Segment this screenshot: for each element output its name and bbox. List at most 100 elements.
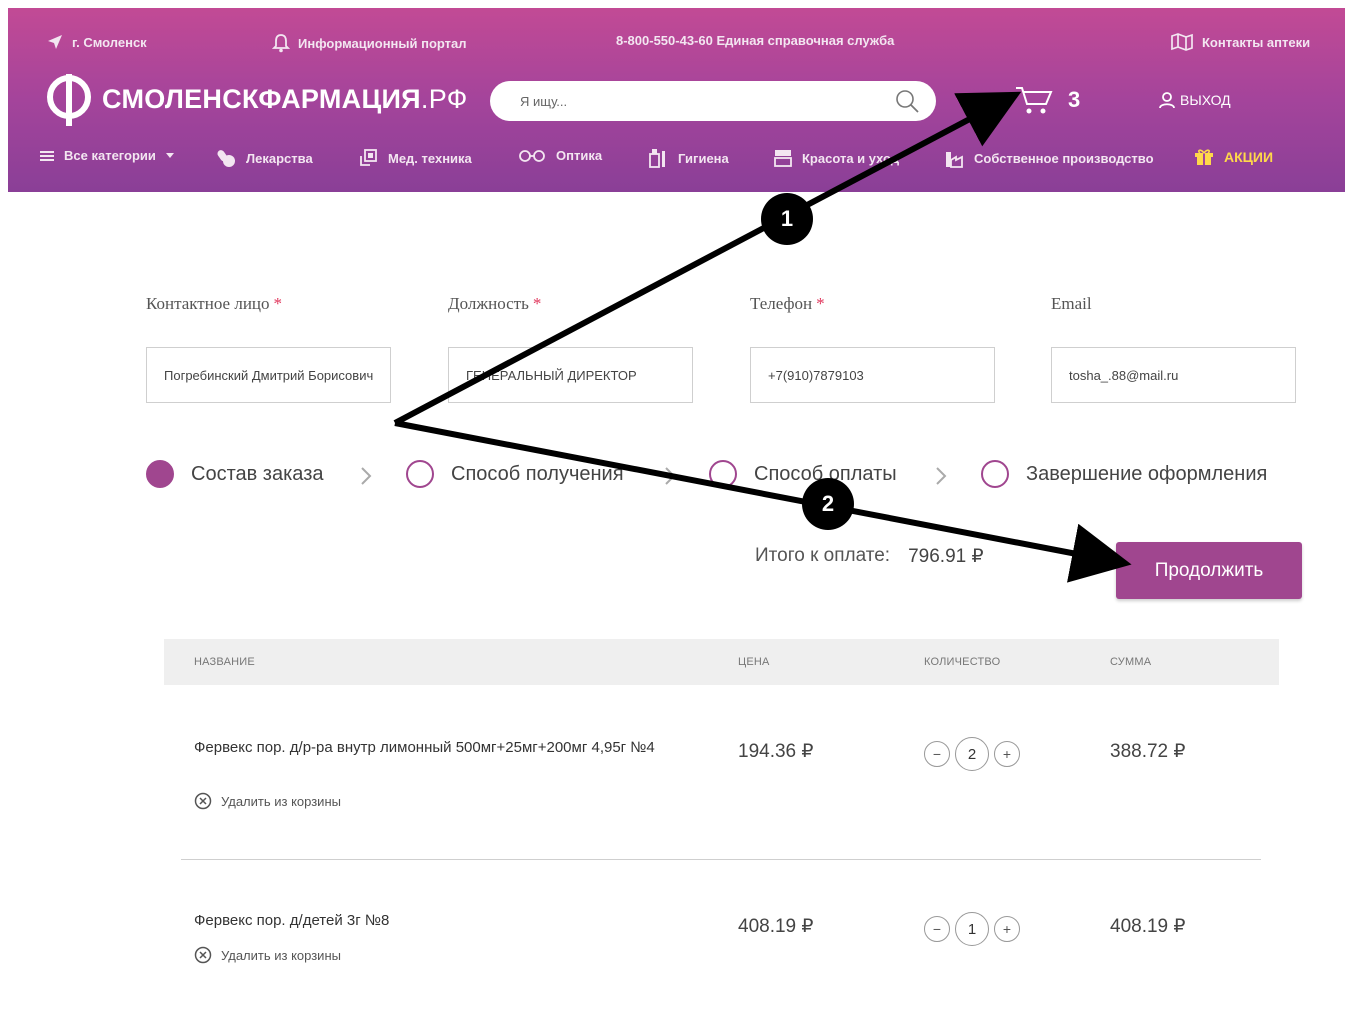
step-completion[interactable]: Завершение оформления xyxy=(981,460,1267,488)
site-header: г. Смоленск Информационный портал 8-800-… xyxy=(8,8,1345,192)
nav-all-categories-label: Все категории xyxy=(64,148,156,163)
nav-own-production[interactable]: Собственное производство xyxy=(944,148,1154,168)
search-input[interactable] xyxy=(520,81,880,121)
contact-person-label: Контактное лицо * xyxy=(146,294,283,313)
product-sum: 408.19 ₽ xyxy=(1110,916,1186,937)
glasses-icon xyxy=(519,149,545,162)
logout-label: ВЫХОД xyxy=(1180,92,1231,108)
nav-med-tech-label: Мед. техника xyxy=(388,150,472,166)
continue-button[interactable]: Продолжить xyxy=(1116,542,1302,599)
phone-input[interactable] xyxy=(750,347,995,403)
nav-optics[interactable]: Оптика xyxy=(518,148,602,163)
city-label: г. Смоленск xyxy=(72,34,147,50)
location-arrow-icon xyxy=(48,35,62,49)
menu-icon xyxy=(40,150,54,161)
product-name[interactable]: Фервекс пор. д/детей 3г №8 xyxy=(194,911,694,931)
cosmetics-icon xyxy=(774,150,792,167)
nav-beauty[interactable]: Красота и уход xyxy=(774,148,899,168)
remove-label: Удалить из корзины xyxy=(221,947,341,963)
user-icon xyxy=(1159,92,1175,109)
nav-own-production-label: Собственное производство xyxy=(974,150,1154,166)
email-input[interactable] xyxy=(1051,347,1296,403)
step-indicator xyxy=(981,460,1009,488)
caret-down-icon xyxy=(165,152,174,158)
step-payment-method[interactable]: Способ оплаты xyxy=(709,460,897,488)
order-total: Итого к оплате: 796.91 ₽ xyxy=(755,545,984,568)
remove-from-cart-link[interactable]: Удалить из корзины xyxy=(194,946,341,964)
medical-device-icon xyxy=(360,149,377,166)
quantity-stepper: − 2 + xyxy=(924,737,1020,771)
pharmacy-contacts-link[interactable]: Контакты аптеки xyxy=(1170,33,1310,51)
nav-promo[interactable]: АКЦИИ xyxy=(1194,148,1273,166)
bell-icon xyxy=(272,34,290,53)
step-order-contents-label: Состав заказа xyxy=(191,462,324,485)
nav-hygiene[interactable]: Гигиена xyxy=(648,148,729,168)
quantity-value[interactable]: 1 xyxy=(955,912,989,946)
factory-icon xyxy=(946,152,963,168)
category-nav: Все категории Лекарства Мед. техника Опт… xyxy=(8,144,1345,176)
nav-beauty-label: Красота и уход xyxy=(802,150,900,166)
step-delivery-method-label: Способ получения xyxy=(451,462,624,485)
position-input[interactable] xyxy=(448,347,693,403)
search-icon[interactable] xyxy=(894,88,920,114)
nav-med-tech[interactable]: Мед. техника xyxy=(358,148,472,168)
hygiene-bottle-icon xyxy=(649,149,665,168)
product-sum: 388.72 ₽ xyxy=(1110,741,1186,762)
phone-field-label: Телефон * xyxy=(750,294,825,313)
nav-all-categories[interactable]: Все категории xyxy=(40,148,174,163)
remove-circle-icon xyxy=(194,792,212,810)
remove-circle-icon xyxy=(194,946,212,964)
step-indicator xyxy=(709,460,737,488)
remove-label: Удалить из корзины xyxy=(221,793,341,809)
chevron-right-icon xyxy=(361,467,372,485)
map-icon xyxy=(1171,33,1193,51)
logo-mark-icon xyxy=(47,74,91,126)
step-order-contents[interactable]: Состав заказа xyxy=(146,460,323,488)
decrement-button[interactable]: − xyxy=(924,741,950,767)
nav-optics-label: Оптика xyxy=(556,148,603,163)
site-logo[interactable]: СМОЛЕНСКФАРМАЦИЯ.РФ xyxy=(44,70,468,128)
annotation-badge-1: 1 xyxy=(761,193,813,245)
city-selector[interactable]: г. Смоленск xyxy=(46,33,147,51)
cart-count-badge: 3 xyxy=(1068,87,1081,112)
contacts-label: Контакты аптеки xyxy=(1202,34,1311,50)
header-sum: СУММА xyxy=(1110,656,1152,668)
nav-promo-label: АКЦИИ xyxy=(1224,149,1274,165)
logo-text: СМОЛЕНСКФАРМАЦИЯ.РФ xyxy=(102,83,468,114)
pills-icon xyxy=(217,150,235,167)
increment-button[interactable]: + xyxy=(994,916,1020,942)
row-divider xyxy=(181,859,1261,860)
phone-label: 8-800-550-43-60 Единая справочная служба xyxy=(616,33,895,48)
decrement-button[interactable]: − xyxy=(924,916,950,942)
contact-person-input[interactable] xyxy=(146,347,391,403)
annotation-badge-2: 2 xyxy=(802,478,854,530)
top-bar: г. Смоленск Информационный портал 8-800-… xyxy=(8,8,1345,74)
header-quantity: КОЛИЧЕСТВО xyxy=(924,656,1001,668)
cart-icon xyxy=(1016,87,1053,114)
nav-medicines[interactable]: Лекарства xyxy=(216,148,313,168)
cart-table-header: НАЗВАНИЕ ЦЕНА КОЛИЧЕСТВО СУММА xyxy=(164,639,1279,685)
header-price: ЦЕНА xyxy=(738,656,770,668)
info-portal-link[interactable]: Информационный портал xyxy=(272,33,467,53)
total-label: Итого к оплате: xyxy=(755,545,891,566)
nav-hygiene-label: Гигиена xyxy=(678,150,729,166)
quantity-stepper: − 1 + xyxy=(924,912,1020,946)
search-box[interactable] xyxy=(490,81,936,121)
info-portal-label: Информационный портал xyxy=(298,35,467,51)
phone-info[interactable]: 8-800-550-43-60 Единая справочная служба xyxy=(616,33,894,48)
step-delivery-method[interactable]: Способ получения xyxy=(406,460,624,488)
remove-from-cart-link[interactable]: Удалить из корзины xyxy=(194,792,341,810)
annotation-arrow-2 xyxy=(394,420,1132,583)
increment-button[interactable]: + xyxy=(994,741,1020,767)
nav-medicines-label: Лекарства xyxy=(246,150,313,166)
step-indicator-active xyxy=(146,460,174,488)
position-label: Должность * xyxy=(448,294,542,313)
chevron-right-icon xyxy=(665,467,676,485)
cart-button[interactable]: 3 xyxy=(1014,84,1080,116)
step-indicator xyxy=(406,460,434,488)
logout-link[interactable]: ВЫХОД xyxy=(1158,91,1231,109)
step-completion-label: Завершение оформления xyxy=(1026,462,1268,485)
quantity-value[interactable]: 2 xyxy=(955,737,989,771)
product-price: 408.19 ₽ xyxy=(738,916,814,937)
product-name[interactable]: Фервекс пор. д/р-ра внутр лимонный 500мг… xyxy=(194,738,694,758)
